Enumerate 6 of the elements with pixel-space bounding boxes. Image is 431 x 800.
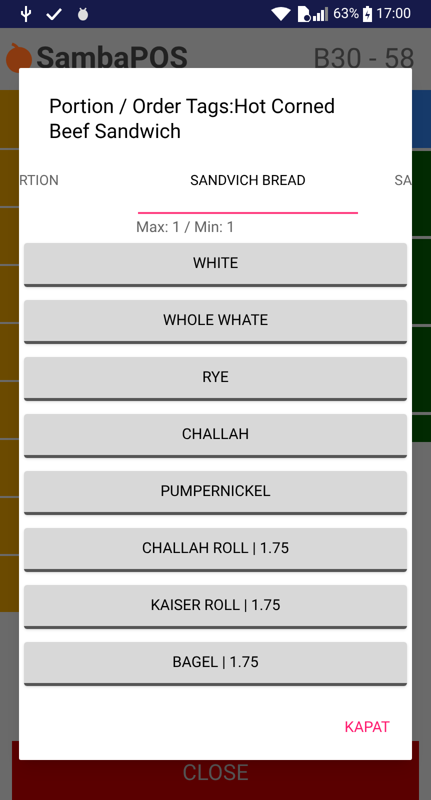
dialog-title: Portion / Order Tags:Hot Corned Beef Sandwich [48,93,336,144]
ticket-number: B30 - 58 [312,44,415,74]
limits-text: Max: 1 / Min: 1 [135,217,236,238]
clock: 17:00 [376,4,411,24]
battery-percent: 63% [333,4,360,24]
app-logo-text: SambaPOS [36,44,188,74]
